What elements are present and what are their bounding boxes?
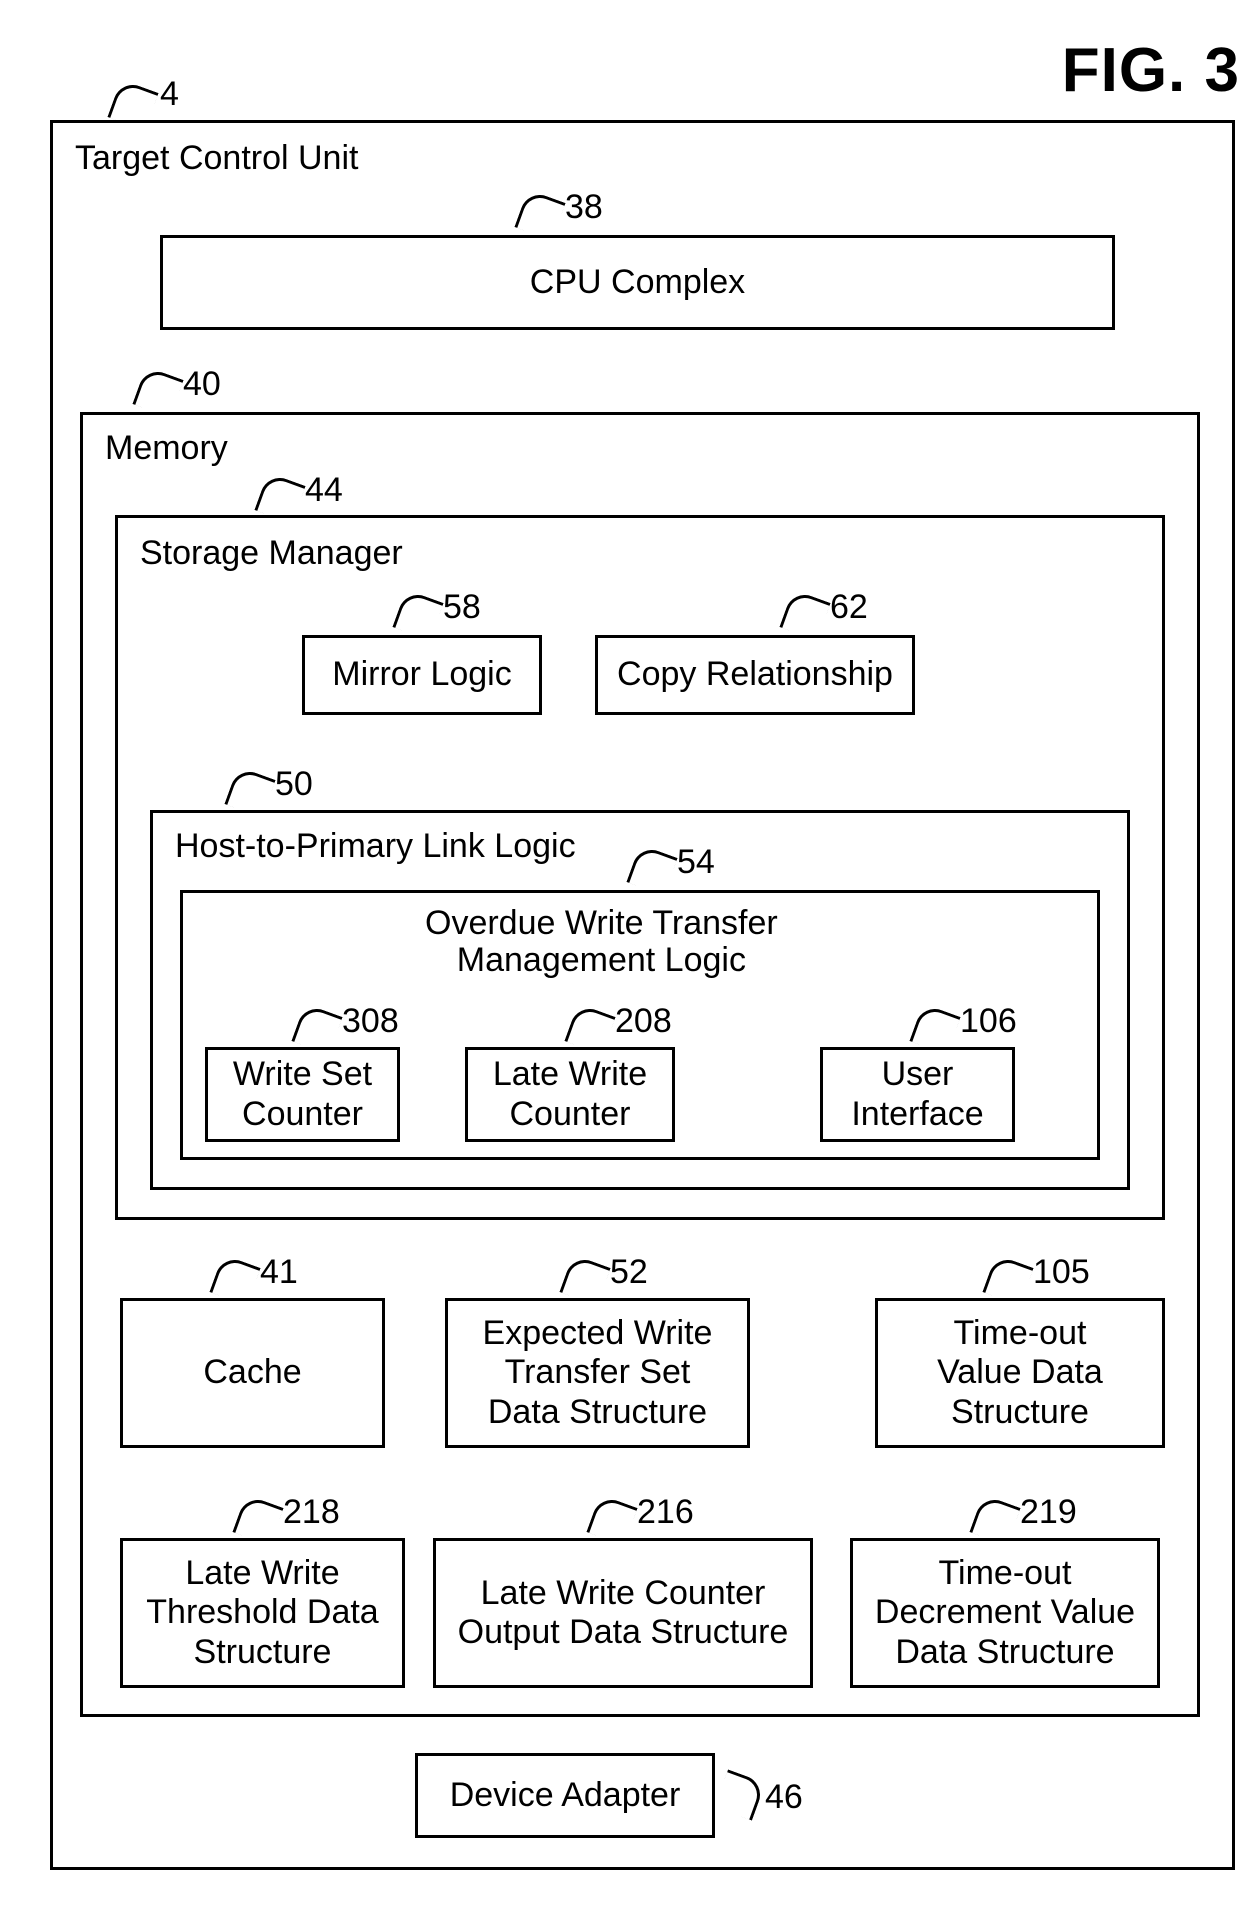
late-write-threshold-label: Late Write Threshold Data Structure [146,1554,378,1671]
mirror-logic-label: Mirror Logic [332,655,511,694]
ref-44: 44 [305,471,343,510]
memory-label: Memory [105,430,228,467]
copy-relationship-box: Copy Relationship [595,635,915,715]
ref-54: 54 [677,843,715,882]
late-write-counter-output-box: Late Write Counter Output Data Structure [433,1538,813,1688]
cpu-complex-box: CPU Complex [160,235,1115,330]
ref-208: 208 [615,1002,672,1041]
expected-write-label: Expected Write Transfer Set Data Structu… [483,1314,713,1431]
ref-218: 218 [283,1493,340,1532]
cpu-complex-label: CPU Complex [530,263,745,302]
cache-box: Cache [120,1298,385,1448]
diagram-stage: FIG. 3 4 Target Control Unit CPU Complex… [20,20,1240,1898]
host-primary-link-label: Host-to-Primary Link Logic [175,828,576,865]
timeout-decrement-label: Time-out Decrement Value Data Structure [875,1554,1135,1671]
write-set-counter-box: Write Set Counter [205,1047,400,1142]
ref-40: 40 [183,365,221,404]
late-write-counter-output-label: Late Write Counter Output Data Structure [458,1574,789,1652]
timeout-value-label: Time-out Value Data Structure [937,1314,1103,1431]
ref-106: 106 [960,1002,1017,1041]
late-write-counter-box: Late Write Counter [465,1047,675,1142]
copy-relationship-label: Copy Relationship [617,655,893,694]
timeout-value-box: Time-out Value Data Structure [875,1298,1165,1448]
user-interface-label: User Interface [851,1055,983,1133]
write-set-counter-label: Write Set Counter [233,1055,372,1133]
ref-216: 216 [637,1493,694,1532]
timeout-decrement-box: Time-out Decrement Value Data Structure [850,1538,1160,1688]
ref-41: 41 [260,1253,298,1292]
ref-50: 50 [275,765,313,804]
late-write-counter-label: Late Write Counter [493,1055,647,1133]
storage-manager-label: Storage Manager [140,535,403,572]
device-adapter-label: Device Adapter [450,1776,681,1815]
ref-58: 58 [443,588,481,627]
figure-label: FIG. 3 [1062,35,1240,106]
ref-105: 105 [1033,1253,1090,1292]
ref-4: 4 [160,75,179,114]
late-write-threshold-box: Late Write Threshold Data Structure [120,1538,405,1688]
ref-38: 38 [565,188,603,227]
target-control-unit-label: Target Control Unit [75,140,358,177]
ref-308: 308 [342,1002,399,1041]
user-interface-box: User Interface [820,1047,1015,1142]
overdue-write-label: Overdue Write Transfer Management Logic [425,905,778,980]
ref-62: 62 [830,588,868,627]
ref-46: 46 [765,1778,803,1817]
ref-219: 219 [1020,1493,1077,1532]
cache-label: Cache [203,1353,301,1392]
mirror-logic-box: Mirror Logic [302,635,542,715]
ref-52: 52 [610,1253,648,1292]
expected-write-box: Expected Write Transfer Set Data Structu… [445,1298,750,1448]
device-adapter-box: Device Adapter [415,1753,715,1838]
